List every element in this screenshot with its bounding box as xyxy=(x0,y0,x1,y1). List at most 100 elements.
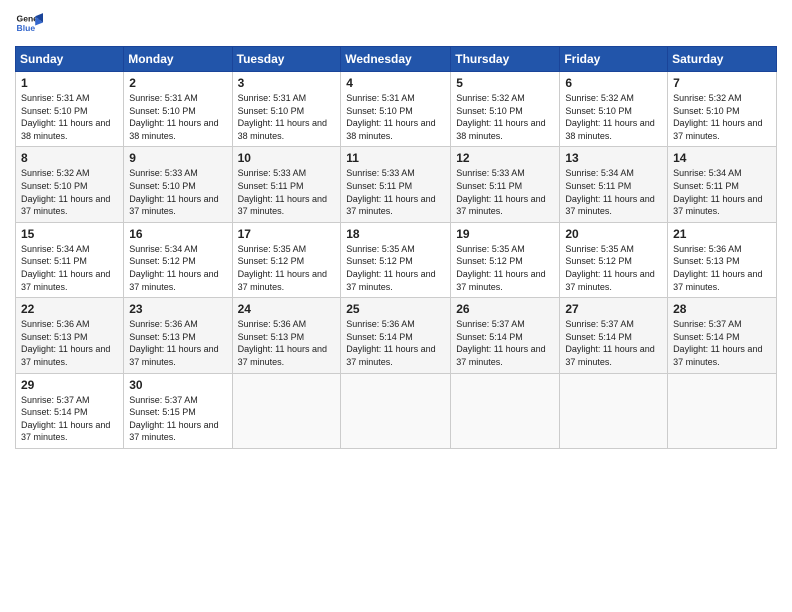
sunrise-label: Sunrise: 5:31 AM xyxy=(346,93,415,103)
day-number: 17 xyxy=(238,227,336,241)
day-number: 20 xyxy=(565,227,662,241)
calendar-cell: 21 Sunrise: 5:36 AM Sunset: 5:13 PM Dayl… xyxy=(668,222,777,297)
calendar-cell xyxy=(451,373,560,448)
sunset-label: Sunset: 5:10 PM xyxy=(565,106,632,116)
day-info: Sunrise: 5:37 AM Sunset: 5:15 PM Dayligh… xyxy=(129,394,226,444)
calendar-cell xyxy=(560,373,668,448)
daylight-label: Daylight: 11 hours and 37 minutes. xyxy=(673,194,762,217)
calendar-page: General Blue SundayMondayTuesdayWednesda… xyxy=(0,0,792,612)
day-header-saturday: Saturday xyxy=(668,47,777,72)
calendar-cell: 15 Sunrise: 5:34 AM Sunset: 5:11 PM Dayl… xyxy=(16,222,124,297)
daylight-label: Daylight: 11 hours and 37 minutes. xyxy=(346,269,435,292)
sunrise-label: Sunrise: 5:31 AM xyxy=(129,93,198,103)
day-header-sunday: Sunday xyxy=(16,47,124,72)
calendar-cell: 7 Sunrise: 5:32 AM Sunset: 5:10 PM Dayli… xyxy=(668,72,777,147)
day-number: 24 xyxy=(238,302,336,316)
daylight-label: Daylight: 11 hours and 37 minutes. xyxy=(673,269,762,292)
calendar-cell: 18 Sunrise: 5:35 AM Sunset: 5:12 PM Dayl… xyxy=(341,222,451,297)
calendar-cell: 1 Sunrise: 5:31 AM Sunset: 5:10 PM Dayli… xyxy=(16,72,124,147)
day-number: 9 xyxy=(129,151,226,165)
daylight-label: Daylight: 11 hours and 37 minutes. xyxy=(21,344,110,367)
sunrise-label: Sunrise: 5:32 AM xyxy=(456,93,525,103)
sunset-label: Sunset: 5:10 PM xyxy=(456,106,523,116)
daylight-label: Daylight: 11 hours and 37 minutes. xyxy=(21,194,110,217)
daylight-label: Daylight: 11 hours and 37 minutes. xyxy=(565,344,654,367)
sunset-label: Sunset: 5:11 PM xyxy=(456,181,522,191)
daylight-label: Daylight: 11 hours and 37 minutes. xyxy=(238,194,327,217)
sunset-label: Sunset: 5:12 PM xyxy=(565,256,632,266)
sunrise-label: Sunrise: 5:37 AM xyxy=(673,319,742,329)
day-header-wednesday: Wednesday xyxy=(341,47,451,72)
calendar-cell: 19 Sunrise: 5:35 AM Sunset: 5:12 PM Dayl… xyxy=(451,222,560,297)
calendar-cell xyxy=(341,373,451,448)
day-number: 26 xyxy=(456,302,554,316)
calendar-week-row: 15 Sunrise: 5:34 AM Sunset: 5:11 PM Dayl… xyxy=(16,222,777,297)
calendar-cell: 17 Sunrise: 5:35 AM Sunset: 5:12 PM Dayl… xyxy=(232,222,341,297)
svg-text:Blue: Blue xyxy=(17,23,36,33)
day-info: Sunrise: 5:33 AM Sunset: 5:11 PM Dayligh… xyxy=(456,167,554,217)
sunset-label: Sunset: 5:14 PM xyxy=(673,332,740,342)
sunset-label: Sunset: 5:11 PM xyxy=(346,181,412,191)
day-number: 30 xyxy=(129,378,226,392)
day-header-monday: Monday xyxy=(124,47,232,72)
sunset-label: Sunset: 5:14 PM xyxy=(346,332,413,342)
calendar-cell xyxy=(668,373,777,448)
calendar-cell: 20 Sunrise: 5:35 AM Sunset: 5:12 PM Dayl… xyxy=(560,222,668,297)
calendar-cell: 6 Sunrise: 5:32 AM Sunset: 5:10 PM Dayli… xyxy=(560,72,668,147)
day-info: Sunrise: 5:35 AM Sunset: 5:12 PM Dayligh… xyxy=(456,243,554,293)
sunrise-label: Sunrise: 5:34 AM xyxy=(129,244,198,254)
sunset-label: Sunset: 5:10 PM xyxy=(673,106,740,116)
day-info: Sunrise: 5:32 AM Sunset: 5:10 PM Dayligh… xyxy=(456,92,554,142)
daylight-label: Daylight: 11 hours and 38 minutes. xyxy=(21,118,110,141)
calendar-week-row: 22 Sunrise: 5:36 AM Sunset: 5:13 PM Dayl… xyxy=(16,298,777,373)
calendar-cell: 12 Sunrise: 5:33 AM Sunset: 5:11 PM Dayl… xyxy=(451,147,560,222)
day-info: Sunrise: 5:32 AM Sunset: 5:10 PM Dayligh… xyxy=(673,92,771,142)
day-number: 5 xyxy=(456,76,554,90)
day-info: Sunrise: 5:31 AM Sunset: 5:10 PM Dayligh… xyxy=(238,92,336,142)
day-info: Sunrise: 5:35 AM Sunset: 5:12 PM Dayligh… xyxy=(238,243,336,293)
sunrise-label: Sunrise: 5:32 AM xyxy=(673,93,742,103)
day-number: 28 xyxy=(673,302,771,316)
day-info: Sunrise: 5:31 AM Sunset: 5:10 PM Dayligh… xyxy=(129,92,226,142)
calendar-cell: 10 Sunrise: 5:33 AM Sunset: 5:11 PM Dayl… xyxy=(232,147,341,222)
sunrise-label: Sunrise: 5:37 AM xyxy=(21,395,90,405)
calendar-cell: 16 Sunrise: 5:34 AM Sunset: 5:12 PM Dayl… xyxy=(124,222,232,297)
calendar-cell: 25 Sunrise: 5:36 AM Sunset: 5:14 PM Dayl… xyxy=(341,298,451,373)
day-info: Sunrise: 5:37 AM Sunset: 5:14 PM Dayligh… xyxy=(21,394,118,444)
sunset-label: Sunset: 5:10 PM xyxy=(21,106,88,116)
day-info: Sunrise: 5:34 AM Sunset: 5:11 PM Dayligh… xyxy=(21,243,118,293)
calendar-body: 1 Sunrise: 5:31 AM Sunset: 5:10 PM Dayli… xyxy=(16,72,777,449)
daylight-label: Daylight: 11 hours and 37 minutes. xyxy=(346,344,435,367)
daylight-label: Daylight: 11 hours and 37 minutes. xyxy=(238,269,327,292)
day-info: Sunrise: 5:35 AM Sunset: 5:12 PM Dayligh… xyxy=(565,243,662,293)
day-number: 25 xyxy=(346,302,445,316)
calendar-week-row: 29 Sunrise: 5:37 AM Sunset: 5:14 PM Dayl… xyxy=(16,373,777,448)
calendar-cell: 2 Sunrise: 5:31 AM Sunset: 5:10 PM Dayli… xyxy=(124,72,232,147)
day-number: 7 xyxy=(673,76,771,90)
day-info: Sunrise: 5:31 AM Sunset: 5:10 PM Dayligh… xyxy=(21,92,118,142)
sunset-label: Sunset: 5:11 PM xyxy=(238,181,304,191)
sunset-label: Sunset: 5:12 PM xyxy=(346,256,413,266)
day-info: Sunrise: 5:37 AM Sunset: 5:14 PM Dayligh… xyxy=(565,318,662,368)
calendar-cell: 24 Sunrise: 5:36 AM Sunset: 5:13 PM Dayl… xyxy=(232,298,341,373)
calendar-cell: 27 Sunrise: 5:37 AM Sunset: 5:14 PM Dayl… xyxy=(560,298,668,373)
calendar-cell: 5 Sunrise: 5:32 AM Sunset: 5:10 PM Dayli… xyxy=(451,72,560,147)
sunrise-label: Sunrise: 5:37 AM xyxy=(129,395,198,405)
day-info: Sunrise: 5:36 AM Sunset: 5:14 PM Dayligh… xyxy=(346,318,445,368)
sunrise-label: Sunrise: 5:33 AM xyxy=(129,168,198,178)
calendar-cell: 4 Sunrise: 5:31 AM Sunset: 5:10 PM Dayli… xyxy=(341,72,451,147)
sunrise-label: Sunrise: 5:32 AM xyxy=(21,168,90,178)
sunrise-label: Sunrise: 5:31 AM xyxy=(21,93,90,103)
day-number: 1 xyxy=(21,76,118,90)
sunrise-label: Sunrise: 5:31 AM xyxy=(238,93,307,103)
day-number: 27 xyxy=(565,302,662,316)
day-number: 2 xyxy=(129,76,226,90)
day-info: Sunrise: 5:31 AM Sunset: 5:10 PM Dayligh… xyxy=(346,92,445,142)
calendar-cell: 3 Sunrise: 5:31 AM Sunset: 5:10 PM Dayli… xyxy=(232,72,341,147)
daylight-label: Daylight: 11 hours and 37 minutes. xyxy=(21,269,110,292)
sunset-label: Sunset: 5:12 PM xyxy=(238,256,305,266)
sunrise-label: Sunrise: 5:35 AM xyxy=(565,244,634,254)
daylight-label: Daylight: 11 hours and 37 minutes. xyxy=(673,344,762,367)
day-number: 11 xyxy=(346,151,445,165)
sunrise-label: Sunrise: 5:35 AM xyxy=(456,244,525,254)
